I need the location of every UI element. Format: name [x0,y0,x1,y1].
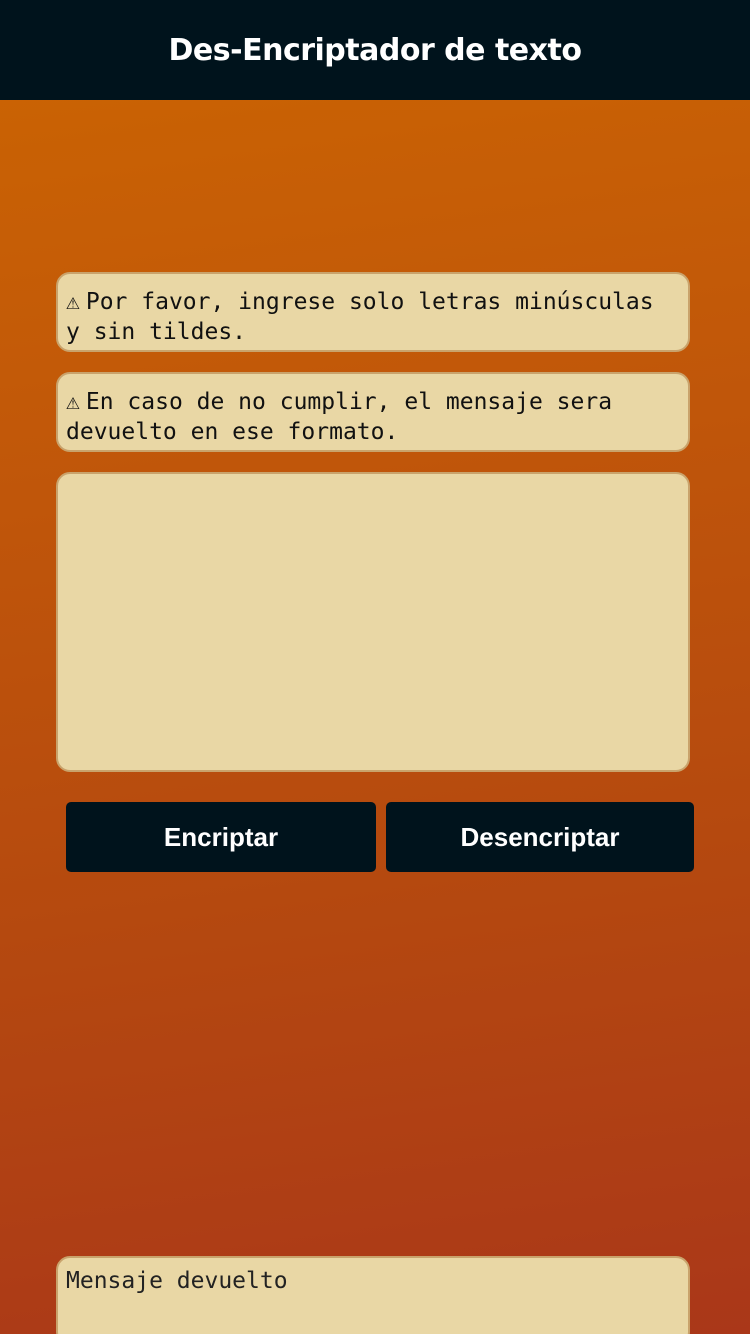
format-warning-text: En caso de no cumplir, el mensaje sera d… [66,389,613,445]
lowercase-warning-text: Por favor, ingrese solo letras minúscula… [66,289,654,345]
lowercase-warning: ⚠ Por favor, ingrese solo letras minúscul… [56,272,690,352]
app-header: Des-Encriptador de texto [0,0,750,100]
page-title: Des-Encriptador de texto [168,32,582,68]
message-input[interactable] [56,472,690,772]
output-field[interactable] [56,1256,690,1334]
decrypt-button[interactable]: Desencriptar [386,802,694,872]
encrypt-button[interactable]: Encriptar [66,802,376,872]
warning-icon: ⚠ [66,389,80,415]
format-warning: ⚠ En caso de no cumplir, el mensaje sera … [56,372,690,452]
warning-icon: ⚠ [66,289,80,315]
